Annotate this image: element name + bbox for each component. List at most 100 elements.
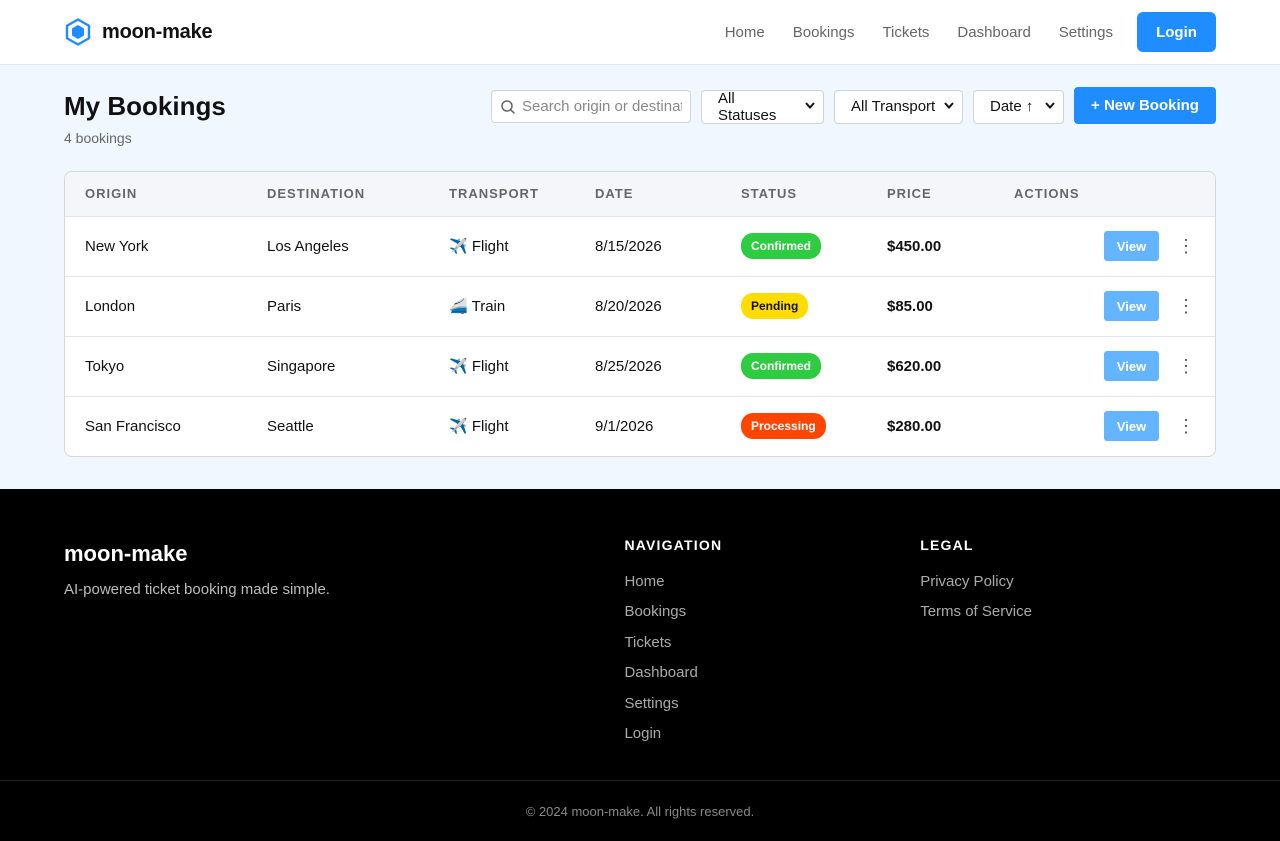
col-header-origin: ORIGIN bbox=[85, 186, 138, 202]
footer-nav-column: NAVIGATION Home Bookings Tickets Dashboa… bbox=[624, 537, 920, 780]
transport-label: Flight bbox=[471, 238, 509, 255]
footer-nav-heading: NAVIGATION bbox=[624, 537, 723, 553]
footer-link-login[interactable]: Login bbox=[624, 719, 920, 749]
cell-price: $620.00 bbox=[887, 357, 942, 375]
transport-label: Flight bbox=[471, 418, 509, 436]
cell-destination: Los Angeles bbox=[267, 237, 349, 255]
status-badge: Pending bbox=[741, 293, 809, 319]
transport-icon: ✈️ bbox=[449, 418, 468, 436]
footer-link-bookings[interactable]: Bookings bbox=[624, 597, 920, 627]
status-badge: Processing bbox=[741, 413, 826, 440]
transport-label: Train bbox=[471, 298, 506, 315]
sort-select[interactable]: Date ↑ bbox=[973, 89, 1064, 124]
cell-destination: Seattle bbox=[267, 417, 314, 435]
search-icon bbox=[500, 99, 516, 115]
search-box[interactable] bbox=[491, 90, 691, 123]
cell-destination: Paris bbox=[267, 297, 302, 315]
col-header-status: STATUS bbox=[741, 186, 798, 202]
view-button[interactable]: View bbox=[1104, 291, 1159, 321]
new-booking-button[interactable]: + New Booking bbox=[1074, 87, 1216, 124]
main-nav: Home Bookings Tickets Dashboard Settings… bbox=[725, 12, 1216, 52]
cell-status: Confirmed bbox=[721, 336, 867, 396]
site-header: moon-make Home Bookings Tickets Dashboar… bbox=[0, 0, 1280, 65]
col-header-actions: ACTIONS bbox=[1014, 186, 1080, 202]
footer-link-home[interactable]: Home bbox=[624, 567, 920, 597]
transport-filter-select[interactable]: All Transport bbox=[834, 89, 963, 124]
chevron-down-icon bbox=[944, 101, 954, 112]
footer-legal-heading: LEGAL bbox=[920, 537, 974, 553]
copyright: © 2024 moon-make. All rights reserved. bbox=[0, 780, 1280, 841]
transport-icon: ✈️ bbox=[449, 238, 468, 255]
title-block: My Bookings 4 bookings bbox=[64, 89, 226, 146]
view-button[interactable]: View bbox=[1104, 411, 1159, 442]
footer-link-tickets[interactable]: Tickets bbox=[624, 628, 920, 658]
footer-link-settings[interactable]: Settings bbox=[624, 689, 920, 719]
cell-destination: Singapore bbox=[267, 357, 336, 375]
col-header-destination: DESTINATION bbox=[267, 186, 366, 202]
chevron-down-icon bbox=[1045, 101, 1055, 112]
cell-transport: ✈️ Flight bbox=[429, 216, 575, 276]
cell-status: Pending bbox=[721, 276, 867, 336]
view-button[interactable]: View bbox=[1104, 351, 1159, 381]
site-footer: moon-make AI-powered ticket booking made… bbox=[0, 489, 1280, 841]
brand[interactable]: moon-make bbox=[64, 18, 213, 46]
cell-actions: View ⋮ bbox=[994, 276, 1215, 336]
login-button[interactable]: Login bbox=[1137, 12, 1216, 52]
main-content: My Bookings 4 bookings All Statuses All … bbox=[0, 65, 1280, 489]
footer-link-privacy[interactable]: Privacy Policy bbox=[920, 567, 1216, 597]
footer-brand-name: moon-make bbox=[64, 541, 188, 566]
sort-value: Date ↑ bbox=[990, 98, 1034, 115]
cell-actions: View ⋮ bbox=[994, 216, 1215, 276]
cell-status: Confirmed bbox=[721, 216, 867, 276]
nav-link-home[interactable]: Home bbox=[725, 24, 765, 41]
view-button[interactable]: View bbox=[1104, 231, 1159, 261]
transport-filter-value: All Transport bbox=[851, 98, 936, 115]
brand-name: moon-make bbox=[102, 20, 213, 43]
page-header: My Bookings 4 bookings All Statuses All … bbox=[64, 87, 1216, 171]
more-vertical-icon[interactable]: ⋮ bbox=[1177, 356, 1195, 377]
col-header-transport: TRANSPORT bbox=[449, 186, 539, 202]
cell-price: $85.00 bbox=[887, 297, 933, 315]
cell-price: $450.00 bbox=[887, 237, 942, 255]
cell-origin: Tokyo bbox=[85, 357, 125, 375]
nav-link-bookings[interactable]: Bookings bbox=[793, 24, 855, 41]
nav-link-tickets[interactable]: Tickets bbox=[882, 24, 929, 41]
more-vertical-icon[interactable]: ⋮ bbox=[1177, 236, 1195, 257]
col-header-price: PRICE bbox=[887, 186, 932, 202]
cell-transport: ✈️ Flight bbox=[429, 336, 575, 396]
footer-tagline: AI-powered ticket booking made simple. bbox=[64, 581, 330, 598]
transport-label: Flight bbox=[471, 358, 509, 375]
cell-date: 9/1/2026 bbox=[595, 417, 654, 435]
table-row: Tokyo Singapore ✈️ Flight 8/25/2026 Conf… bbox=[65, 336, 1215, 396]
status-badge: Confirmed bbox=[741, 233, 821, 259]
footer-legal-column: LEGAL Privacy Policy Terms of Service bbox=[920, 537, 1216, 780]
table-header-row: ORIGIN DESTINATION TRANSPORT DATE STATUS… bbox=[65, 172, 1215, 216]
cell-origin: New York bbox=[85, 237, 149, 255]
status-filter-select[interactable]: All Statuses bbox=[701, 89, 824, 124]
cell-date: 8/20/2026 bbox=[595, 297, 662, 315]
col-header-date: DATE bbox=[595, 186, 634, 202]
cell-actions: View ⋮ bbox=[994, 336, 1215, 396]
nav-link-settings[interactable]: Settings bbox=[1059, 24, 1113, 41]
footer-link-terms[interactable]: Terms of Service bbox=[920, 597, 1216, 627]
more-vertical-icon[interactable]: ⋮ bbox=[1177, 416, 1195, 437]
cell-status: Processing bbox=[721, 396, 867, 456]
footer-link-dashboard[interactable]: Dashboard bbox=[624, 658, 920, 688]
cell-transport: ✈️ Flight bbox=[429, 396, 575, 456]
more-vertical-icon[interactable]: ⋮ bbox=[1177, 296, 1195, 317]
cell-transport: 🚄 Train bbox=[429, 276, 575, 336]
cell-price: $280.00 bbox=[887, 417, 942, 435]
table-row: San Francisco Seattle ✈️ Flight 9/1/2026… bbox=[65, 396, 1215, 456]
bookings-table-card: ORIGIN DESTINATION TRANSPORT DATE STATUS… bbox=[64, 171, 1216, 457]
footer-brand: moon-make AI-powered ticket booking made… bbox=[64, 537, 624, 780]
status-badge: Confirmed bbox=[741, 353, 821, 379]
booking-count: 4 bookings bbox=[64, 130, 132, 146]
toolbar: All Statuses All Transport Date ↑ + New … bbox=[491, 87, 1216, 124]
bookings-table: ORIGIN DESTINATION TRANSPORT DATE STATUS… bbox=[65, 172, 1215, 456]
transport-icon: ✈️ bbox=[449, 358, 468, 375]
transport-icon: 🚄 bbox=[449, 298, 468, 315]
nav-link-dashboard[interactable]: Dashboard bbox=[957, 24, 1030, 41]
chevron-down-icon bbox=[805, 101, 815, 112]
cell-date: 8/15/2026 bbox=[595, 237, 662, 255]
search-input[interactable] bbox=[522, 98, 682, 115]
